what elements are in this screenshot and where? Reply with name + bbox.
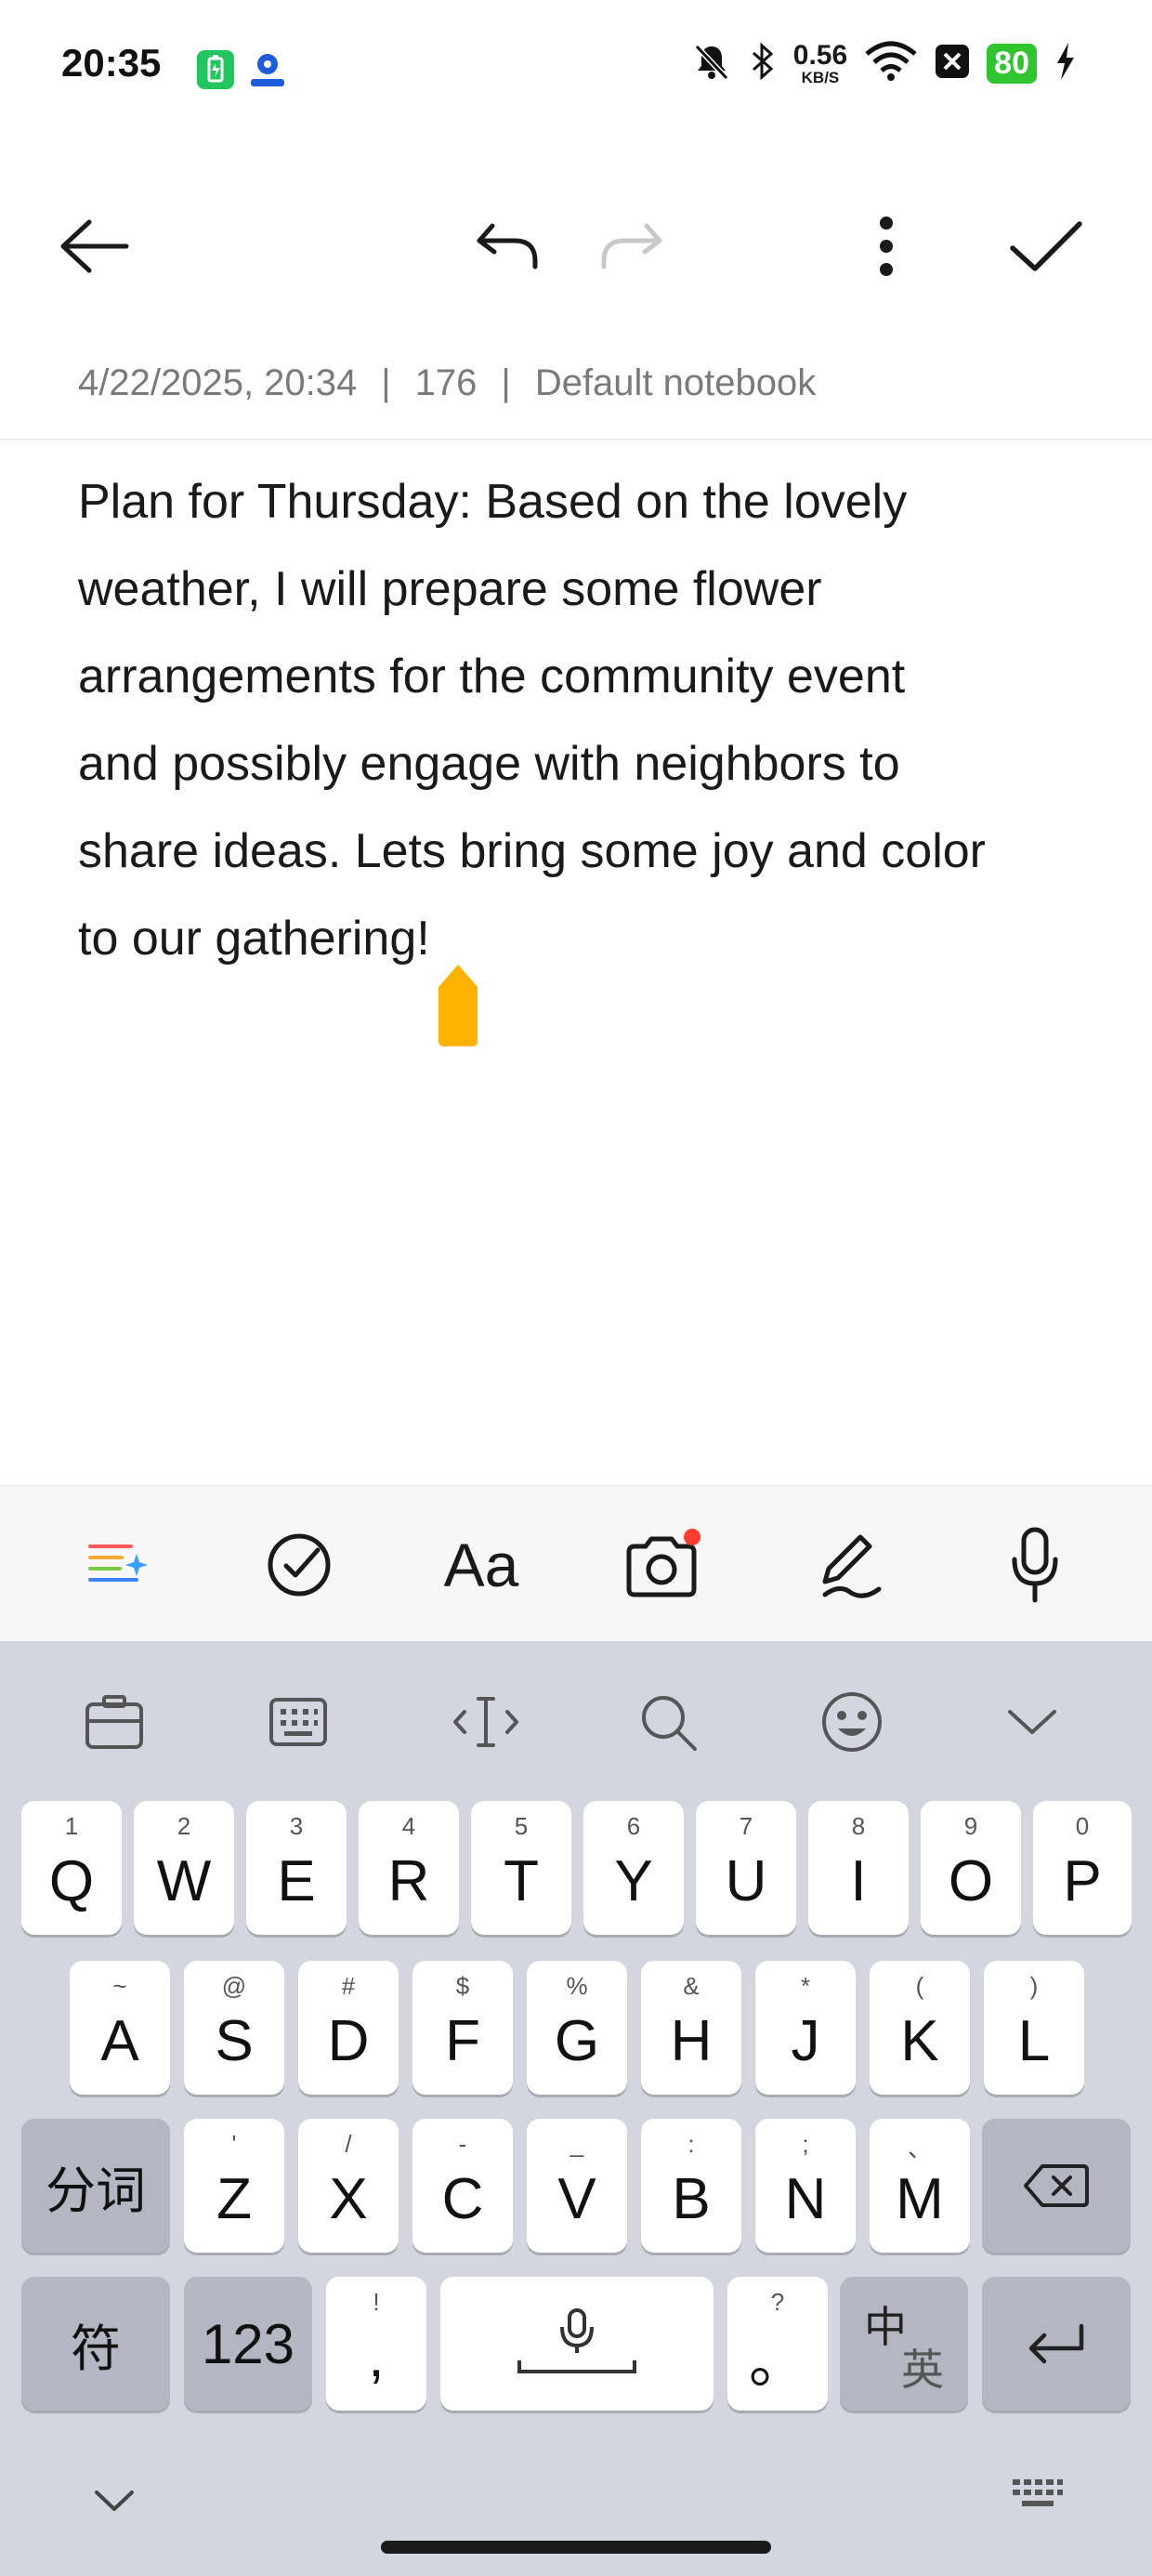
emoji-icon[interactable] <box>810 1680 894 1764</box>
character-count: 176 <box>414 362 478 403</box>
key-r[interactable]: 4R <box>359 1801 459 1935</box>
note-line: and possibly engage with neighbors to <box>78 737 900 791</box>
charging-icon <box>1054 41 1078 86</box>
key-g[interactable]: % G <box>527 1961 627 2095</box>
note-line: weather, I will prepare some flower <box>78 562 822 616</box>
key-m[interactable]: 、 M <box>870 2119 970 2253</box>
key-d[interactable]: # D <box>298 1961 399 2095</box>
key-z[interactable]: ' Z <box>184 2119 284 2253</box>
key-x[interactable]: / X <box>298 2119 399 2253</box>
key-y[interactable]: 6Y <box>583 1801 684 1935</box>
comma-key[interactable]: !, <box>326 2277 426 2411</box>
language-switch-key[interactable]: 中 英 <box>840 2277 968 2411</box>
key-f[interactable]: $ F <box>412 1961 513 2095</box>
key-o[interactable]: 9O <box>921 1801 1021 1935</box>
key-b[interactable]: :B <box>641 2119 741 2253</box>
clipboard-icon[interactable] <box>72 1680 156 1764</box>
key-t[interactable]: 5T <box>471 1801 571 1935</box>
numbers-key[interactable]: 123 <box>184 2277 312 2411</box>
battery-icon: 80 <box>987 44 1037 84</box>
cursor-handle[interactable] <box>437 965 479 1046</box>
key-p[interactable]: 0P <box>1033 1801 1132 1935</box>
status-bar: 20:35 0.56 KB/S 80 <box>0 0 1152 139</box>
key-c[interactable]: -C <box>412 2119 513 2253</box>
keyboard-switch-icon[interactable] <box>1011 2477 1065 2516</box>
enter-icon <box>1028 2323 1084 2364</box>
home-indicator[interactable] <box>381 2541 771 2554</box>
key-k[interactable]: (K <box>870 1961 970 2095</box>
key-v[interactable]: _ V <box>527 2119 627 2253</box>
note-meta: 4/22/2025, 20:34 | 176 | Default noteboo… <box>78 362 816 404</box>
enter-key[interactable] <box>982 2277 1131 2411</box>
microphone-icon <box>517 2308 636 2373</box>
collapse-icon[interactable] <box>990 1680 1074 1764</box>
key-l[interactable]: ) L <box>984 1961 1084 2095</box>
cursor-move-icon[interactable] <box>444 1680 528 1764</box>
key-e[interactable]: 3E <box>246 1801 347 1935</box>
key-s[interactable]: @ S <box>184 1961 284 2095</box>
symbols-key[interactable]: 符 <box>21 2277 170 2411</box>
hide-keyboard-icon[interactable] <box>89 2487 139 2519</box>
backspace-icon <box>1024 2164 1089 2207</box>
mute-icon <box>691 41 732 86</box>
checklist-icon[interactable] <box>253 1518 346 1611</box>
period-key[interactable]: ?。 <box>727 2277 828 2411</box>
note-line: to our gathering! <box>78 912 430 966</box>
key-n[interactable]: ; N <box>755 2119 856 2253</box>
search-icon[interactable] <box>626 1680 710 1764</box>
ai-sparkle-icon[interactable] <box>71 1518 164 1611</box>
format-bar: Aa <box>0 1485 1152 1643</box>
camera-icon[interactable] <box>617 1518 710 1611</box>
key-i[interactable]: 8I <box>808 1801 909 1935</box>
segment-key[interactable]: 分词 <box>21 2119 170 2253</box>
key-j[interactable]: * J <box>755 1961 856 2095</box>
key-w[interactable]: 2W <box>134 1801 234 1935</box>
back-arrow-icon[interactable] <box>46 200 139 293</box>
meta-separator: | <box>501 362 511 403</box>
divider <box>0 439 1152 440</box>
key-u[interactable]: 7U <box>696 1801 796 1935</box>
note-toolbar <box>0 177 1152 316</box>
note-line: arrangements for the community event <box>78 650 906 703</box>
undo-icon[interactable] <box>461 200 554 293</box>
battery-saver-icon <box>197 50 234 89</box>
backspace-key[interactable] <box>982 2119 1131 2253</box>
key-q[interactable]: 1Q <box>21 1801 122 1935</box>
space-key[interactable] <box>440 2277 713 2411</box>
keyboard-layout-icon[interactable] <box>256 1680 340 1764</box>
key-a[interactable]: ~ A <box>70 1961 170 2095</box>
microphone-icon[interactable] <box>988 1518 1081 1611</box>
note-line: share ideas. Lets bring some joy and col… <box>78 824 986 878</box>
handwriting-icon[interactable] <box>803 1518 896 1611</box>
note-editor[interactable]: Plan for Thursday: Based on the lovely w… <box>78 458 1081 982</box>
key-h[interactable]: & H <box>641 1961 741 2095</box>
note-datetime: 4/22/2025, 20:34 <box>78 362 358 403</box>
notebook-selector[interactable]: Default notebook <box>535 362 816 404</box>
meta-separator: | <box>381 362 391 403</box>
x-app-icon <box>935 41 970 86</box>
note-line: Plan for Thursday: Based on the lovely <box>78 475 908 529</box>
clock: 20:35 <box>61 41 162 85</box>
keyboard: 1Q 2W 3E 4R 5T 6Y 7U 8I 9O 0P ~ A @ S # D $… <box>0 1641 1152 2576</box>
check-icon[interactable] <box>1000 200 1093 293</box>
more-vert-icon[interactable] <box>840 200 933 293</box>
bluetooth-icon <box>749 41 777 86</box>
location-app-icon <box>247 50 288 89</box>
net-speed: 0.56 KB/S <box>792 40 848 86</box>
wifi-icon <box>864 41 918 86</box>
text-format-icon[interactable]: Aa <box>435 1518 528 1611</box>
redo-icon[interactable] <box>585 200 678 293</box>
